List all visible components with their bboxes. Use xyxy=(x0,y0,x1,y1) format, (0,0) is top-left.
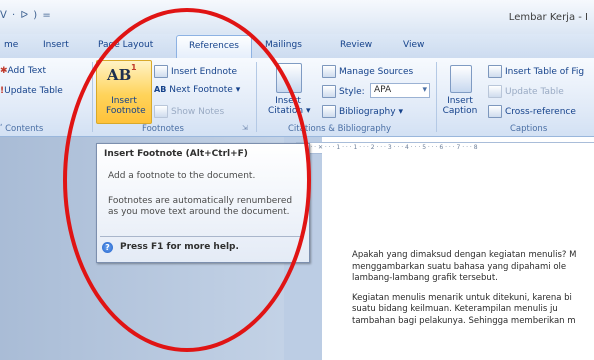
add-text-icon: ✱ xyxy=(0,66,8,76)
title-bar xyxy=(0,0,594,34)
style-label: Style: xyxy=(322,85,365,98)
document-body[interactable]: Apakah yang dimaksud dengan kegiatan men… xyxy=(352,250,592,335)
table-of-figures-icon xyxy=(488,65,502,78)
manage-sources-button[interactable]: Manage Sources xyxy=(322,65,413,78)
group-label-contents: ʹ Contents xyxy=(0,124,44,134)
update-table-button[interactable]: !Update Table xyxy=(0,86,63,96)
paragraph: Kegiatan menulis menarik untuk ditekuni,… xyxy=(352,292,576,326)
cross-reference-icon xyxy=(488,105,502,118)
update-table-icon xyxy=(488,85,502,98)
insert-table-of-figures-button[interactable]: Insert Table of Fig xyxy=(488,65,584,78)
insert-caption-icon xyxy=(450,65,472,93)
chevron-down-icon: ▾ xyxy=(422,85,427,95)
tab-insert[interactable]: Insert xyxy=(43,40,69,50)
window-title: Lembar Kerja - I xyxy=(508,12,588,23)
tab-mailings[interactable]: Mailings xyxy=(265,40,302,50)
group-separator xyxy=(436,62,437,132)
update-table-captions-button[interactable]: Update Table xyxy=(488,85,564,98)
paragraph: Apakah yang dimaksud dengan kegiatan men… xyxy=(352,250,577,283)
red-circle-annotation xyxy=(63,8,311,352)
style-dropdown[interactable]: APA ▾ xyxy=(370,83,430,98)
tab-review[interactable]: Review xyxy=(340,40,372,50)
cross-reference-button[interactable]: Cross-reference xyxy=(488,105,576,118)
bibliography-icon xyxy=(322,105,336,118)
style-icon xyxy=(322,85,336,98)
tab-view[interactable]: View xyxy=(403,40,424,50)
manage-sources-icon xyxy=(322,65,336,78)
add-text-button[interactable]: ✱Add Text xyxy=(0,66,46,76)
bibliography-button[interactable]: Bibliography ▾ xyxy=(322,105,403,118)
group-label-captions: Captions xyxy=(510,124,548,134)
insert-caption-button[interactable]: Insert Caption xyxy=(440,96,480,116)
quick-access-toolbar[interactable]: ᐯ · ᐅ ) = xyxy=(0,10,52,21)
tab-home[interactable]: me xyxy=(4,40,18,50)
